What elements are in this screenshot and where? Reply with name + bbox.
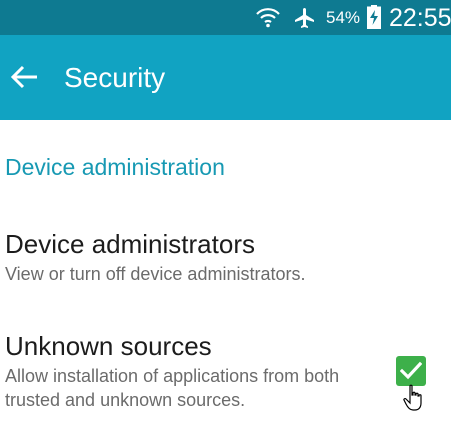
checkmark-icon [400,361,422,380]
item-title: Unknown sources [5,331,212,361]
status-bar: 54% 22:55 [0,0,451,35]
wifi-icon [256,8,280,28]
unknown-sources-item[interactable]: Unknown sources Allow installation of ap… [0,330,451,420]
item-summary: View or turn off device administrators. [5,264,306,284]
unknown-sources-checkbox[interactable] [396,356,426,386]
item-summary: Allow installation of applications from … [5,366,340,410]
section-header-device-administration: Device administration [5,154,225,180]
airplane-mode-icon [295,8,314,28]
app-bar: Security [0,35,451,120]
back-arrow-icon[interactable] [7,62,41,92]
battery-percentage: 54% [326,8,361,27]
page-title: Security [64,62,166,93]
item-title: Device administrators [5,229,255,259]
hand-pointer-cursor-icon [403,384,422,411]
battery-charging-icon [367,5,381,29]
device-administrators-item[interactable]: Device administrators View or turn off d… [0,228,451,298]
clock: 22:55 [389,4,451,32]
